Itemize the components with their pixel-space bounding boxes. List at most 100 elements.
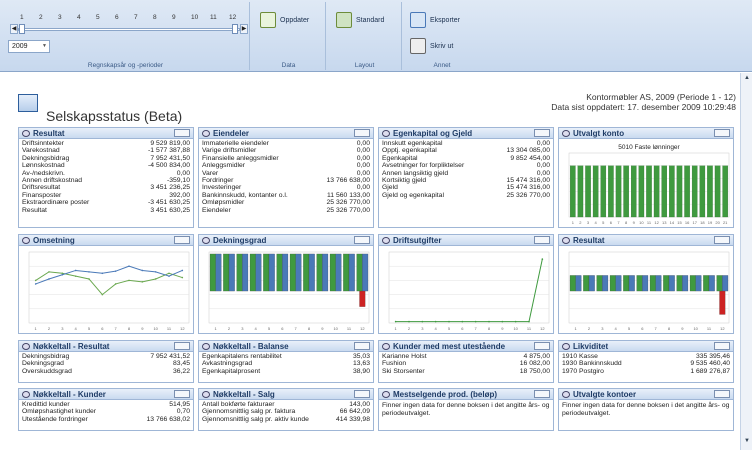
period-tick: 11	[210, 14, 217, 21]
panel-mestselgende: Mestselgende prod. (beløp) Finner ingen …	[378, 388, 554, 431]
slider-track[interactable]	[18, 28, 240, 31]
tick-label: 6	[101, 326, 104, 331]
data-row: Driftsinntekter 9 529 819,00	[22, 140, 190, 147]
panel-title: Nøkkeltall - Balanse	[213, 342, 289, 351]
panel-tools-icon[interactable]	[534, 236, 550, 244]
dashboard-icon	[18, 94, 38, 112]
slider-left-arrow-icon[interactable]: ◀	[10, 24, 18, 34]
bar	[719, 290, 726, 315]
data-row: Gjeld og egenkapital 25 326 770,00	[382, 192, 550, 199]
tick-label: 10	[333, 326, 338, 331]
data-point	[88, 278, 90, 280]
row-label: Annen driftskostnad	[22, 177, 83, 185]
tick-label: 10	[693, 326, 698, 331]
bar	[653, 165, 660, 218]
panel-tools-icon[interactable]	[174, 390, 190, 398]
panel-tools-icon[interactable]	[174, 129, 190, 137]
bar	[682, 275, 689, 292]
panel-rows: Immaterielle eiendeler 0,00 Varige driftsm…	[199, 139, 373, 215]
tick-label: 11	[527, 326, 532, 331]
panel-tools-icon[interactable]	[354, 342, 370, 350]
data-row: Gjeld 15 474 316,00	[382, 184, 550, 191]
tick-label: 13	[662, 220, 667, 225]
row-value: 9 535 460,40	[690, 360, 730, 368]
panel-tools-icon[interactable]	[174, 342, 190, 350]
row-label: Avkastningsgrad	[202, 360, 253, 368]
bar	[249, 253, 256, 292]
year-select[interactable]: 2009 ▼	[8, 40, 50, 53]
row-label: Varige driftsmidler	[202, 147, 257, 155]
period-slider[interactable]: ◀ ▶	[10, 24, 248, 34]
panel-title: Omsetning	[33, 236, 75, 245]
panel-rows: Innskutt egenkapital 0,00 Opptj. egenkapit…	[379, 139, 553, 200]
panel-nk-kunder: Nøkkeltall - Kunder Kredittid kunder 514,…	[18, 388, 194, 431]
data-row: Anleggsmidler 0,00	[202, 162, 370, 169]
panel-header: Mestselgende prod. (beløp)	[379, 389, 553, 400]
row-value: 0,00	[356, 162, 370, 170]
scroll-down-icon[interactable]: ▼	[742, 438, 752, 448]
panel-tools-icon[interactable]	[714, 129, 730, 137]
bar	[282, 253, 289, 292]
panel-tools-icon[interactable]	[714, 342, 730, 350]
row-label: Egenkapital	[382, 154, 418, 162]
print-button[interactable]: Skriv ut	[410, 38, 453, 54]
row-label: Omløpshastighet kunder	[22, 408, 97, 416]
row-value: 335 395,46	[695, 353, 730, 360]
bar	[623, 275, 630, 292]
data-point	[181, 269, 184, 272]
slider-end-thumb[interactable]	[232, 24, 238, 34]
bar	[722, 165, 728, 218]
row-label: Anleggsmidler	[202, 162, 246, 170]
data-point	[434, 320, 437, 323]
tick-label: 2	[588, 326, 591, 331]
update-button[interactable]: Oppdater	[260, 12, 309, 28]
panel-rows: Dekningsbidrag 7 952 431,52 Dekningsgrad 83…	[19, 352, 193, 376]
row-value: 13,63	[352, 360, 370, 368]
tick-label: 1	[572, 220, 575, 225]
tick-label: 15	[677, 220, 682, 225]
bar	[663, 275, 670, 292]
data-row: Dekningsbidrag 7 952 431,52	[22, 353, 190, 360]
tick-label: 7	[655, 326, 658, 331]
panel-tools-icon[interactable]	[534, 342, 550, 350]
panel-eiendeler: Eiendeler Immaterielle eiendeler 0,00 Vari…	[198, 127, 374, 228]
tick-label: 7	[115, 326, 118, 331]
group-label-layout: Layout	[354, 62, 375, 69]
tick-label: 3	[241, 326, 244, 331]
chart-title: 5010 Faste lønninger	[618, 144, 680, 151]
tick-label: 6	[641, 326, 644, 331]
panel-tools-icon[interactable]	[354, 129, 370, 137]
data-point	[128, 279, 130, 282]
panel-tools-icon[interactable]	[534, 390, 550, 398]
panel-nk-resultat: Nøkkeltall - Resultat Dekningsbidrag 7 95…	[18, 340, 194, 383]
bar	[703, 275, 710, 292]
panel-tools-icon[interactable]	[354, 390, 370, 398]
export-button[interactable]: Eksporter	[410, 12, 460, 28]
standard-button[interactable]: Standard	[336, 12, 384, 28]
slider-start-thumb[interactable]	[19, 24, 25, 34]
vertical-scrollbar[interactable]: ▲ ▼	[740, 73, 752, 450]
panel-tools-icon[interactable]	[534, 129, 550, 137]
tick-label: 18	[700, 220, 705, 225]
bar	[575, 275, 582, 292]
bar	[689, 275, 696, 292]
bar	[596, 275, 603, 292]
panel-tools-icon[interactable]	[354, 236, 370, 244]
panel-tools-icon[interactable]	[174, 236, 190, 244]
company-info: Kontormøbler AS, 2009 (Periode 1 - 12) D…	[551, 92, 736, 112]
bar	[263, 253, 270, 292]
bar	[585, 165, 591, 218]
tick-label: 7	[475, 326, 478, 331]
refresh-icon	[260, 12, 276, 28]
tick-label: 10	[153, 326, 158, 331]
bar	[615, 275, 622, 292]
panel-tools-icon[interactable]	[714, 390, 730, 398]
row-label: Gjennomsnittlig salg pr. faktura	[202, 408, 296, 416]
slider-right-arrow-icon[interactable]: ▶	[240, 24, 248, 34]
other-group: Eksporter Skriv ut Annet	[404, 2, 480, 70]
row-value: 0,00	[356, 184, 370, 192]
panel-tools-icon[interactable]	[714, 236, 730, 244]
scroll-up-icon[interactable]: ▲	[742, 75, 752, 85]
chart-resultat: 1 2 3 4 5 6 7 8 9 10 11 12	[568, 251, 730, 331]
panel-header: Egenkapital og Gjeld	[379, 128, 553, 139]
